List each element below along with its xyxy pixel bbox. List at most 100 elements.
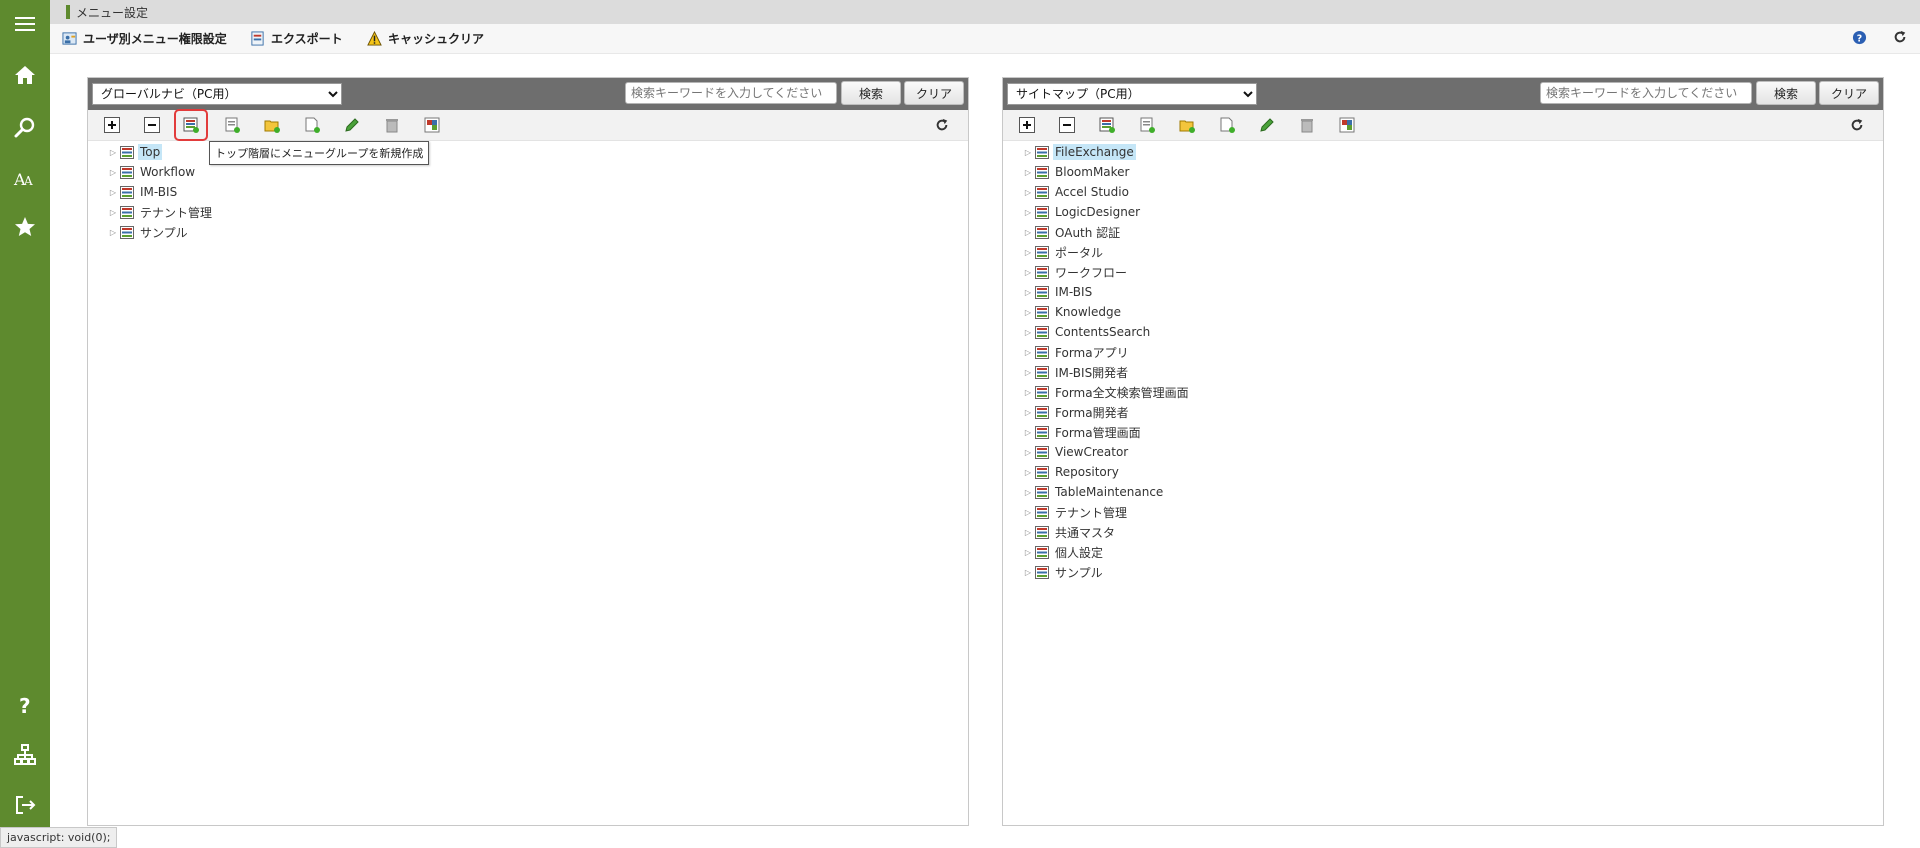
tree-node-label: IM-BIS開発者 (1055, 365, 1129, 380)
tree-refresh-icon[interactable] (1848, 116, 1866, 134)
expand-arrow-icon[interactable]: ▷ (108, 147, 118, 157)
tree-refresh-icon[interactable] (933, 116, 951, 134)
reorder-icon[interactable] (423, 116, 441, 134)
expand-arrow-icon[interactable]: ▷ (1023, 327, 1033, 337)
expand-arrow-icon[interactable]: ▷ (1023, 407, 1033, 417)
tree-node[interactable]: ▷ Forma管理画面 (1023, 422, 1883, 442)
tree-node[interactable]: ▷ Formaアプリ (1023, 342, 1883, 362)
cache-clear-button[interactable]: キャッシュクリア (367, 29, 484, 47)
tree-node[interactable]: ▷ サンプル (108, 222, 968, 242)
expand-arrow-icon[interactable]: ▷ (1023, 267, 1033, 277)
expand-arrow-icon[interactable]: ▷ (108, 227, 118, 237)
tree-node[interactable]: ▷ サンプル (1023, 562, 1883, 582)
tree-node[interactable]: ▷ テナント管理 (108, 202, 968, 222)
tree-node[interactable]: ▷ 共通マスタ (1023, 522, 1883, 542)
expand-arrow-icon[interactable]: ▷ (1023, 467, 1033, 477)
expand-arrow-icon[interactable]: ▷ (1023, 527, 1033, 537)
expand-arrow-icon[interactable]: ▷ (1023, 287, 1033, 297)
delete-icon[interactable] (383, 116, 401, 134)
export-button[interactable]: エクスポート (250, 29, 343, 47)
expand-arrow-icon[interactable]: ▷ (108, 187, 118, 197)
tree-node[interactable]: ▷ IM-BIS開発者 (1023, 362, 1883, 382)
tree-node[interactable]: ▷ ContentsSearch (1023, 322, 1883, 342)
expand-arrow-icon[interactable]: ▷ (1023, 347, 1033, 357)
menu-icon[interactable] (0, 2, 50, 46)
expand-arrow-icon[interactable]: ▷ (1023, 187, 1033, 197)
expand-arrow-icon[interactable]: ▷ (1023, 567, 1033, 577)
refresh-icon[interactable] (1892, 29, 1908, 45)
tree-node[interactable]: ▷ Forma全文検索管理画面 (1023, 382, 1883, 402)
tree-node[interactable]: ▷ TableMaintenance (1023, 482, 1883, 502)
new-folder-icon[interactable] (263, 116, 281, 134)
expand-arrow-icon[interactable]: ▷ (1023, 487, 1033, 497)
new-folder-icon[interactable] (1178, 116, 1196, 134)
tree-node[interactable]: ▷ Repository (1023, 462, 1883, 482)
menu-group-icon (1035, 485, 1049, 499)
new-menu-group-icon[interactable] (1138, 116, 1156, 134)
user-menu-permission-button[interactable]: ユーザ別メニュー権限設定 (62, 29, 227, 47)
search-button[interactable]: 検索 (1756, 81, 1816, 105)
collapse-all-icon[interactable] (1058, 116, 1076, 134)
expand-arrow-icon[interactable]: ▷ (1023, 507, 1033, 517)
expand-arrow-icon[interactable]: ▷ (1023, 307, 1033, 317)
reorder-icon[interactable] (1338, 116, 1356, 134)
tree-node[interactable]: ▷ IM-BIS (108, 182, 968, 202)
new-menu-group-icon[interactable] (223, 116, 241, 134)
expand-arrow-icon[interactable]: ▷ (1023, 167, 1033, 177)
expand-arrow-icon[interactable]: ▷ (1023, 147, 1033, 157)
edit-icon[interactable] (1258, 116, 1276, 134)
sitemap-panel: サイトマップ（PC用） 検索 クリア ▷ FileExchange ▷ BloomMa… (1002, 77, 1884, 826)
tree-node[interactable]: ▷ ポータル (1023, 242, 1883, 262)
expand-all-icon[interactable] (1018, 116, 1036, 134)
tree-node[interactable]: ▷ BloomMaker (1023, 162, 1883, 182)
expand-arrow-icon[interactable]: ▷ (1023, 427, 1033, 437)
home-icon[interactable] (0, 53, 50, 97)
tree-node[interactable]: ▷ Accel Studio (1023, 182, 1883, 202)
tree-node[interactable]: ▷ FileExchange (1023, 142, 1883, 162)
new-top-menu-group-icon[interactable] (174, 109, 208, 141)
collapse-all-icon[interactable] (143, 116, 161, 134)
info-icon[interactable]: ? (1851, 29, 1867, 45)
menu-type-select[interactable]: グローバルナビ（PC用） (92, 83, 342, 105)
font-icon[interactable]: AA (0, 155, 50, 199)
search-icon[interactable] (0, 105, 50, 149)
tree-node[interactable]: ▷ テナント管理 (1023, 502, 1883, 522)
tree-node[interactable]: ▷ 個人設定 (1023, 542, 1883, 562)
star-icon[interactable] (0, 205, 50, 249)
expand-arrow-icon[interactable]: ▷ (108, 167, 118, 177)
tree-node[interactable]: ▷ IM-BIS (1023, 282, 1883, 302)
expand-arrow-icon[interactable]: ▷ (1023, 447, 1033, 457)
tree-node[interactable]: ▷ Workflow (108, 162, 968, 182)
tree-node[interactable]: ▷ Knowledge (1023, 302, 1883, 322)
expand-arrow-icon[interactable]: ▷ (1023, 367, 1033, 377)
expand-all-icon[interactable] (103, 116, 121, 134)
expand-arrow-icon[interactable]: ▷ (108, 207, 118, 217)
expand-arrow-icon[interactable]: ▷ (1023, 227, 1033, 237)
search-input[interactable] (625, 82, 837, 104)
delete-icon[interactable] (1298, 116, 1316, 134)
tree-node[interactable]: ▷ LogicDesigner (1023, 202, 1883, 222)
new-menu-item-icon[interactable] (303, 116, 321, 134)
clear-button[interactable]: クリア (1819, 81, 1879, 105)
cache-clear-label: キャッシュクリア (388, 31, 485, 46)
expand-arrow-icon[interactable]: ▷ (1023, 247, 1033, 257)
logout-icon[interactable] (0, 783, 50, 827)
menu-type-select[interactable]: サイトマップ（PC用） (1007, 83, 1257, 105)
menu-group-icon (120, 185, 134, 199)
tree-node[interactable]: ▷ ViewCreator (1023, 442, 1883, 462)
new-top-menu-group-icon[interactable] (1098, 116, 1116, 134)
expand-arrow-icon[interactable]: ▷ (1023, 207, 1033, 217)
expand-arrow-icon[interactable]: ▷ (1023, 387, 1033, 397)
search-button[interactable]: 検索 (841, 81, 901, 105)
new-menu-item-icon[interactable] (1218, 116, 1236, 134)
edit-icon[interactable] (343, 116, 361, 134)
help-icon[interactable]: ? (0, 683, 50, 727)
search-input[interactable] (1540, 82, 1752, 104)
sitemap-icon[interactable] (0, 733, 50, 777)
menu-group-icon (1035, 525, 1049, 539)
tree-node[interactable]: ▷ ワークフロー (1023, 262, 1883, 282)
tree-node[interactable]: ▷ OAuth 認証 (1023, 222, 1883, 242)
expand-arrow-icon[interactable]: ▷ (1023, 547, 1033, 557)
clear-button[interactable]: クリア (904, 81, 964, 105)
tree-node[interactable]: ▷ Forma開発者 (1023, 402, 1883, 422)
